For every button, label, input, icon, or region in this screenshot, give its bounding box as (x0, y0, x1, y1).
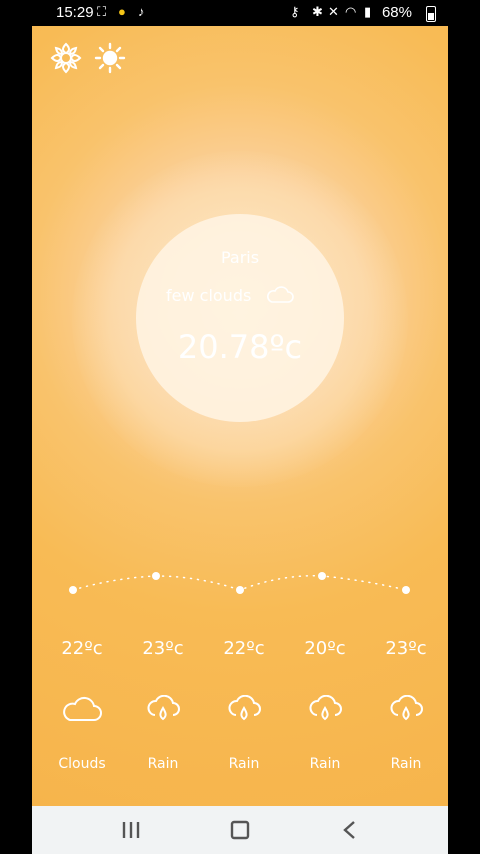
weather-description: few clouds (166, 285, 252, 305)
cloud-icon (63, 696, 102, 721)
screen: 15:29 ⛶ ● ♪ ⚷ ✱ ✕ ◠ ▮ 68% Paris few clou… (0, 0, 480, 854)
phone-screen: 15:29 ⛶ ● ♪ ⚷ ✱ ✕ ◠ ▮ 68% Paris few clou… (32, 0, 448, 854)
status-time: 15:29 (56, 4, 94, 21)
letterbox-left (0, 0, 32, 854)
city-name: Paris (220, 248, 260, 267)
weather-app: Paris few clouds 20.78ºc 22ºc 23ºc 22ºc (32, 26, 448, 806)
navigation-bar (32, 806, 448, 854)
weather-description-row: few clouds (166, 285, 295, 305)
forecast-temp: 23ºc (385, 638, 427, 659)
forecast-label: Rain (309, 756, 341, 772)
recent-apps-icon[interactable] (116, 818, 146, 842)
forecast-label: Rain (390, 756, 422, 772)
mute-icon: ✕ (328, 4, 339, 19)
status-bar: 15:29 ⛶ ● ♪ ⚷ ✱ ✕ ◠ ▮ 68% (32, 0, 448, 26)
back-icon[interactable] (334, 818, 364, 842)
wifi-icon: ◠ (345, 4, 357, 19)
flower-icon[interactable] (48, 40, 84, 76)
signal-icon: ▮ (364, 4, 372, 19)
notification-icon: ● (118, 4, 126, 19)
rain-icon (309, 695, 342, 721)
bluetooth-icon: ✱ (312, 4, 323, 19)
music-note-icon: ♪ (138, 4, 145, 19)
forecast-label: Rain (147, 756, 179, 772)
forecast-point (236, 586, 244, 594)
forecast-label: Clouds (58, 756, 106, 772)
sun-icon[interactable] (92, 40, 128, 76)
forecast-temp: 23ºc (142, 638, 184, 659)
rain-icon (390, 695, 423, 721)
forecast-point (69, 586, 77, 594)
forecast-temp: 22ºc (223, 638, 265, 659)
forecast-point (318, 572, 326, 580)
cloud-icon (267, 286, 295, 303)
forecast-point (402, 586, 410, 594)
current-temperature: 20.78ºc (177, 328, 303, 366)
key-icon: ⚷ (290, 4, 300, 19)
forecast-temp: 20ºc (304, 638, 346, 659)
battery-icon (426, 6, 436, 22)
sun-circle (136, 214, 344, 422)
forecast-point (152, 572, 160, 580)
screenshot-icon: ⛶ (97, 4, 107, 19)
battery-percent: 68% (381, 4, 412, 21)
rain-icon (228, 695, 261, 721)
letterbox-right (448, 0, 480, 854)
forecast-curve (69, 572, 410, 594)
home-icon[interactable] (225, 818, 255, 842)
rain-icon (147, 695, 180, 721)
forecast-label: Rain (228, 756, 260, 772)
forecast-temp: 22ºc (61, 638, 103, 659)
